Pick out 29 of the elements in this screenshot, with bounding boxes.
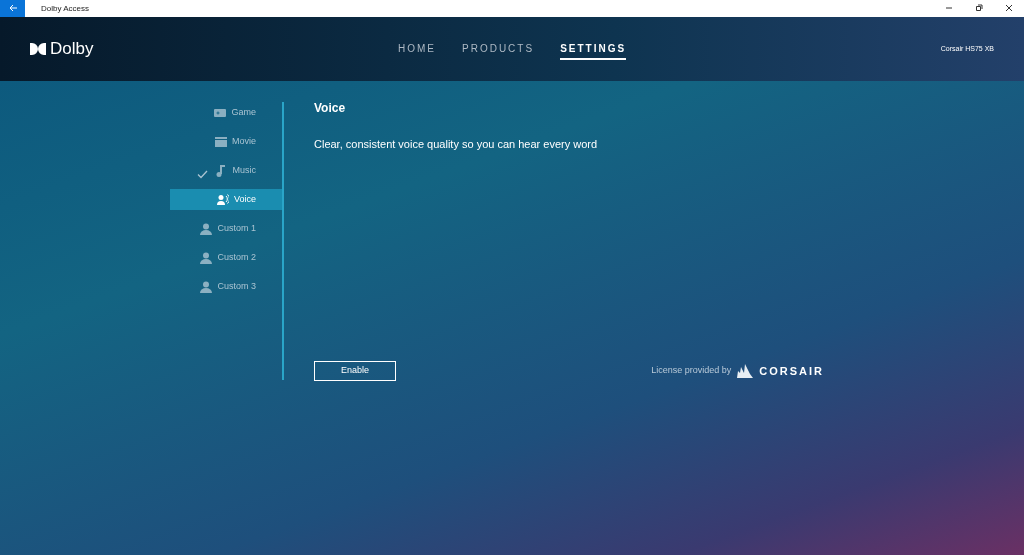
brand-name: CORSAIR [759, 363, 824, 379]
sidebar-item[interactable]: Voice [170, 189, 282, 210]
window-title: Dolby Access [41, 2, 90, 15]
sidebar-item[interactable]: Custom 1 [170, 218, 282, 239]
close-icon [1005, 4, 1013, 13]
custom-icon [200, 222, 213, 235]
nav-tab[interactable]: HOME [398, 38, 436, 60]
nav-tab[interactable]: PRODUCTS [462, 38, 535, 60]
license-text: License provided by [651, 364, 732, 378]
ship-icon [735, 363, 756, 379]
restore-icon [975, 4, 983, 13]
sidebar-item[interactable]: Movie [170, 131, 282, 152]
sidebar-item[interactable]: Custom 2 [170, 247, 282, 268]
panel-description: Clear, consistent voice quality so you can hear every word [314, 137, 599, 152]
nav-tab[interactable]: SETTINGS [560, 38, 627, 60]
game-icon [214, 106, 227, 119]
voice-icon [216, 193, 229, 206]
enable-button[interactable]: Enable [314, 361, 396, 381]
panel-title: Voice [314, 100, 347, 117]
sidebar-item[interactable]: Music [170, 160, 282, 181]
custom-icon [200, 251, 213, 264]
music-icon [215, 164, 228, 177]
sidebar-item[interactable]: Custom 3 [170, 276, 282, 297]
sidebar-item[interactable]: Game [170, 102, 282, 123]
logo-icon [30, 43, 46, 55]
back-arrow-icon [7, 4, 18, 13]
custom-icon [200, 280, 213, 293]
movie-icon [215, 135, 227, 148]
logo-text: Dolby [50, 38, 94, 61]
